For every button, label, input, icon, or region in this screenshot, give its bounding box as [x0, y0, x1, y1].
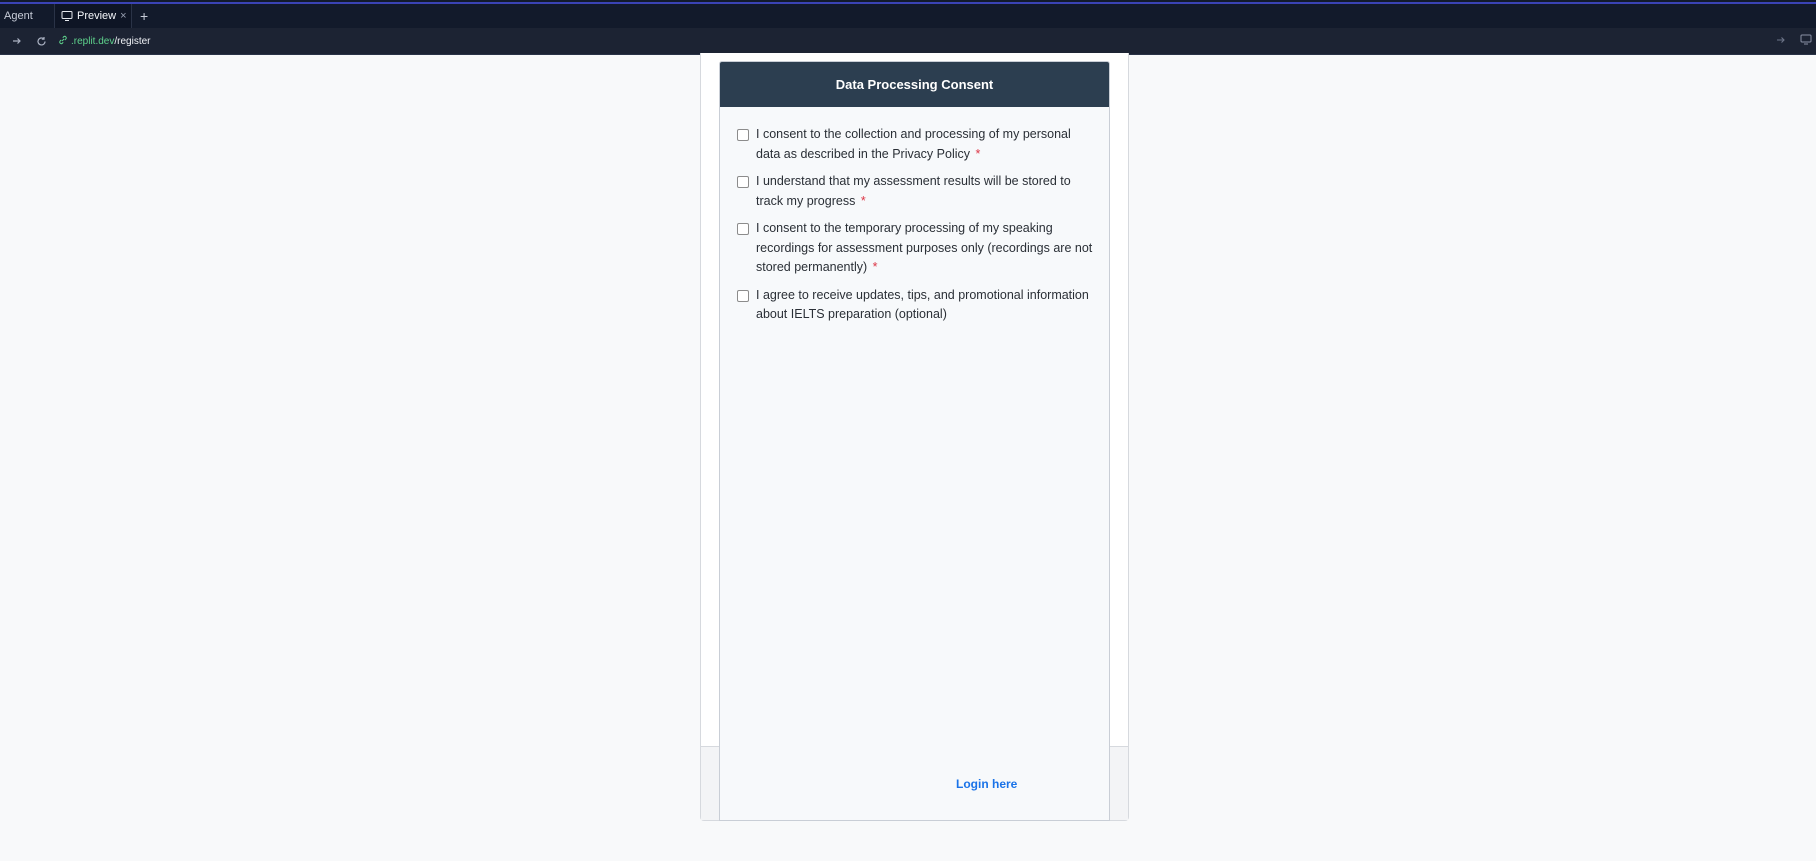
consent-modal: Data Processing Consent I consent to the… — [719, 61, 1110, 821]
forward-arrow-icon[interactable] — [10, 34, 24, 48]
consent-label: I understand that my assessment results … — [756, 174, 1071, 208]
modal-title: Data Processing Consent — [720, 62, 1109, 107]
required-marker: * — [975, 146, 981, 161]
consent-checkbox-privacy[interactable] — [737, 129, 749, 141]
address-bar: .replit.dev/register — [0, 28, 1816, 55]
required-marker: * — [872, 260, 878, 274]
consent-list: I consent to the collection and processi… — [720, 107, 1109, 325]
link-icon — [58, 35, 68, 48]
url-field[interactable]: .replit.dev/register — [58, 31, 1776, 51]
consent-label: I agree to receive updates, tips, and pr… — [756, 287, 1089, 322]
required-marker: * — [860, 193, 866, 208]
close-tab-icon[interactable]: × — [120, 10, 128, 22]
url-path: /register — [114, 35, 151, 47]
login-link[interactable]: Login here — [956, 777, 1017, 791]
consent-item-recordings[interactable]: I consent to the temporary processing of… — [737, 219, 1093, 278]
tab-agent[interactable]: Agent — [0, 4, 55, 28]
tab-preview-label: Preview — [77, 10, 117, 22]
consent-label: I consent to the temporary processing of… — [756, 221, 1093, 274]
consent-checkbox-recordings[interactable] — [737, 223, 749, 235]
consent-item-results[interactable]: I understand that my assessment results … — [737, 172, 1093, 211]
consent-item-marketing[interactable]: I agree to receive updates, tips, and pr… — [737, 286, 1093, 325]
page-content: Data Processing Consent I consent to the… — [0, 53, 1816, 861]
consent-label: I consent to the collection and processi… — [756, 127, 1071, 161]
open-external-arrow-icon[interactable] — [1776, 32, 1786, 50]
tab-preview[interactable]: Preview × — [55, 4, 132, 28]
monitor-icon — [61, 10, 73, 22]
reload-icon[interactable] — [34, 34, 48, 48]
device-preview-icon[interactable] — [1800, 32, 1812, 50]
consent-checkbox-results[interactable] — [737, 176, 749, 188]
tab-agent-label: Agent — [4, 10, 33, 22]
consent-item-privacy[interactable]: I consent to the collection and processi… — [737, 125, 1093, 164]
url-domain: .replit.dev — [71, 35, 115, 47]
add-tab-icon[interactable]: + — [132, 4, 156, 28]
browser-tab-bar: Agent Preview × + — [0, 0, 1816, 28]
consent-checkbox-marketing[interactable] — [737, 289, 749, 302]
